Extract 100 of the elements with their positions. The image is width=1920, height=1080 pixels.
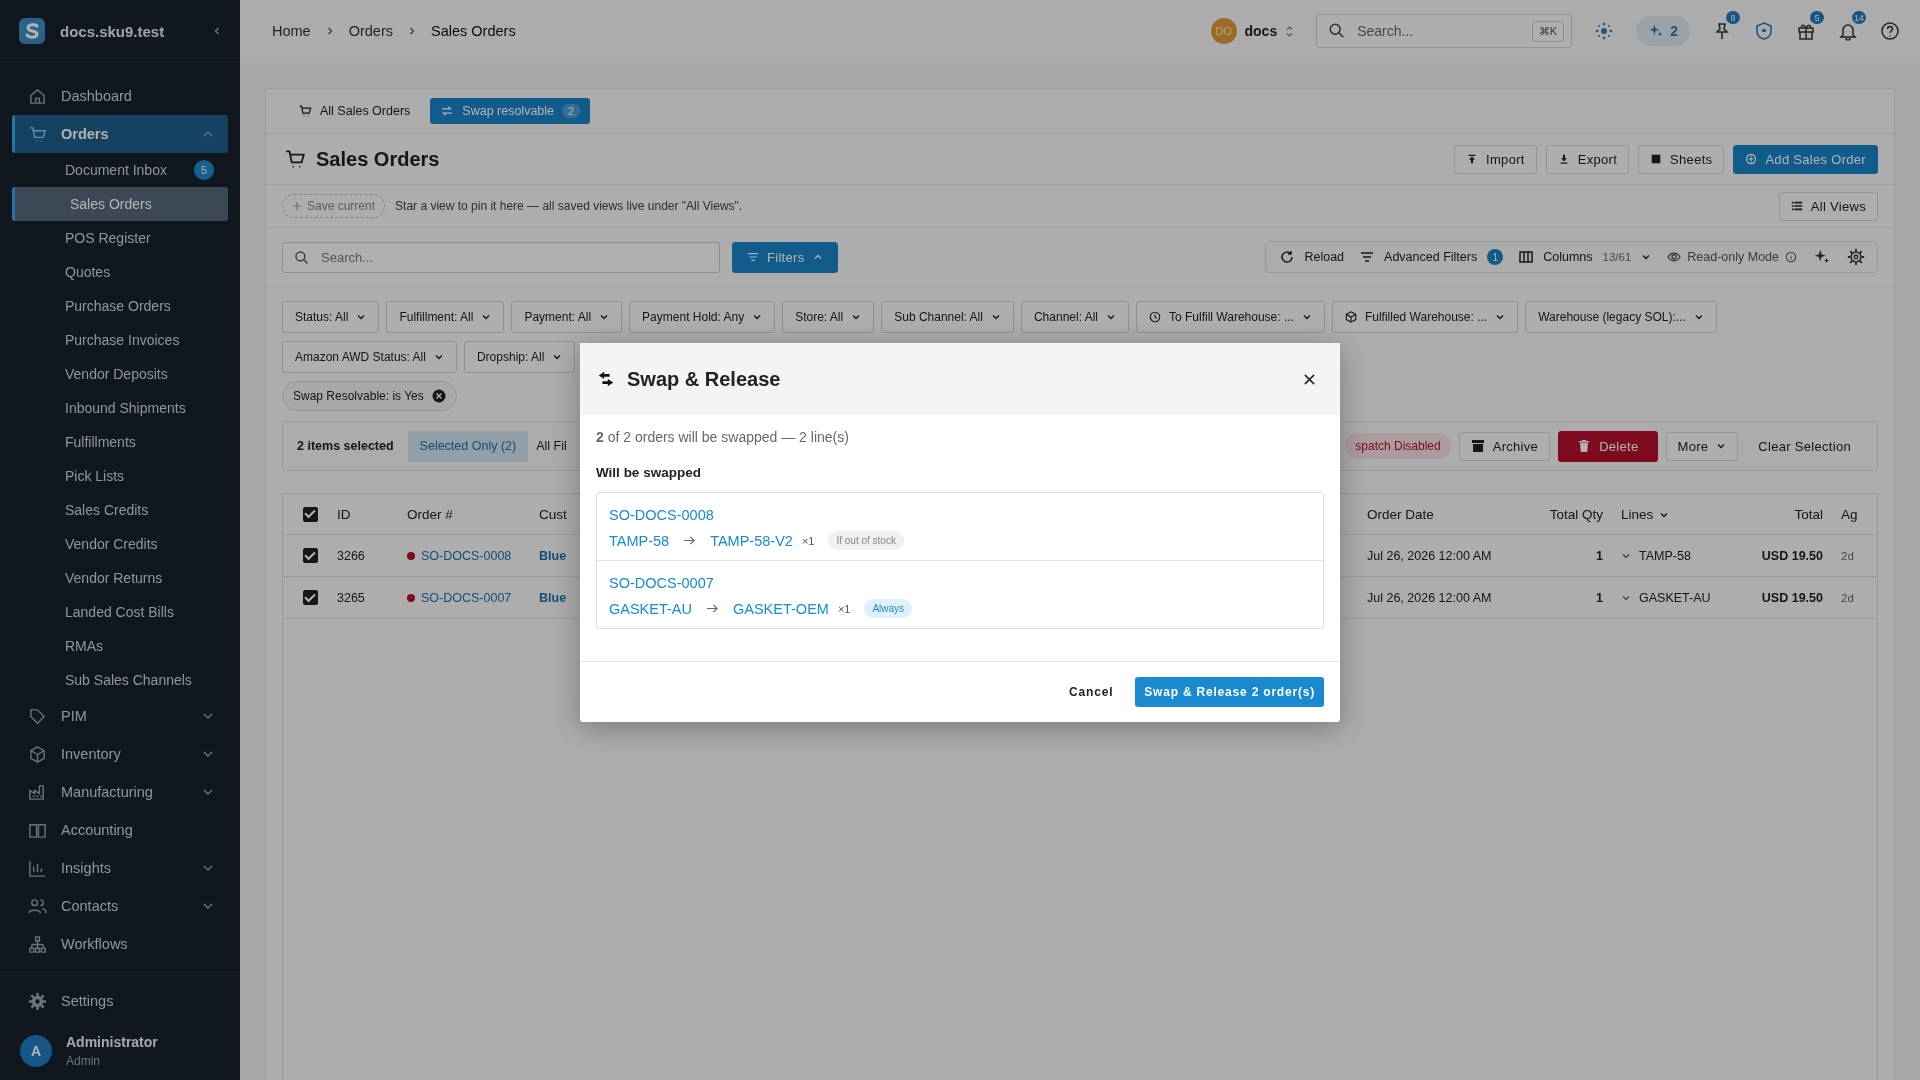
bulk-action-button[interactable]: Archive xyxy=(1458,431,1551,461)
nav-subitem[interactable]: Vendor Returns xyxy=(12,561,228,595)
bulk-action-button[interactable]: Delete xyxy=(1558,430,1658,462)
filter-dropdown[interactable]: Dropship: All xyxy=(463,341,576,373)
settings-icon xyxy=(28,991,47,1011)
nav-item[interactable]: Orders xyxy=(12,115,228,153)
nav-item[interactable]: Manufacturing xyxy=(12,773,228,811)
order-link[interactable]: SO-DOCS-0007 xyxy=(609,575,1311,591)
cart-icon xyxy=(28,124,47,144)
filter-dropdown[interactable]: Fulfilled Warehouse: ... xyxy=(1331,301,1519,333)
column-header[interactable]: Order # xyxy=(407,506,539,522)
nav-item[interactable]: Workflows xyxy=(12,925,228,963)
action-button[interactable]: Export xyxy=(1545,144,1630,174)
nav-subitem[interactable]: Landed Cost Bills xyxy=(12,595,228,629)
view-tab[interactable]: All Sales Orders xyxy=(288,98,421,124)
column-header[interactable]: ID xyxy=(337,506,407,522)
read-only-mode-toggle[interactable]: Read-only Mode xyxy=(1667,250,1797,264)
workspace-switcher[interactable]: DO docs xyxy=(1210,18,1295,44)
nav-subitem[interactable]: Fulfillments xyxy=(12,425,228,459)
customer-link[interactable]: Blue xyxy=(539,548,575,563)
breadcrumb-link[interactable]: Orders xyxy=(348,23,393,39)
filter-dropdown[interactable]: Amazon AWD Status: All xyxy=(282,341,457,373)
view-tab[interactable]: Swap resolvable 2 xyxy=(430,98,591,124)
action-button[interactable]: Import xyxy=(1454,144,1537,174)
bulk-action-button[interactable]: spatch Disabled xyxy=(1345,433,1451,459)
nav-subitem[interactable]: Purchase Invoices xyxy=(12,323,228,357)
cancel-button[interactable]: Cancel xyxy=(1063,684,1120,700)
search-icon xyxy=(294,249,310,266)
columns-button[interactable]: Columns 13/61 xyxy=(1519,250,1652,264)
filter-dropdown[interactable]: Payment Hold: Any xyxy=(629,301,776,333)
remove-filter-icon[interactable] xyxy=(431,389,446,403)
nav-subitem[interactable]: Quotes xyxy=(12,255,228,289)
nav-item[interactable]: Dashboard xyxy=(12,77,228,115)
filter-dropdown[interactable]: To Fulfill Warehouse: ... xyxy=(1136,301,1325,333)
nav-subitem[interactable]: Inbound Shipments xyxy=(12,391,228,425)
order-link[interactable]: SO-DOCS-0008 xyxy=(609,507,1311,523)
nav-subitem[interactable]: RMAs xyxy=(12,629,228,663)
column-header[interactable]: Total Qty xyxy=(1521,506,1621,522)
nav-subitem[interactable]: Vendor Credits xyxy=(12,527,228,561)
nav-item[interactable]: Inventory xyxy=(12,735,228,773)
nav-item[interactable]: PIM xyxy=(12,697,228,735)
column-header[interactable]: Total xyxy=(1751,506,1841,522)
confirm-button[interactable]: Swap & Release 2 order(s) xyxy=(1135,677,1324,707)
user-avatar[interactable]: A xyxy=(20,1035,52,1067)
selection-scope-toggle[interactable]: Selected Only (2) xyxy=(407,430,529,462)
nav-item[interactable]: Accounting xyxy=(12,811,228,849)
action-button[interactable]: Sheets xyxy=(1638,144,1725,174)
customer-link[interactable]: Blue xyxy=(539,590,575,605)
settings-icon[interactable] xyxy=(1847,248,1865,266)
bulk-action-button[interactable]: More xyxy=(1665,431,1739,461)
breadcrumb-link[interactable]: Home xyxy=(272,23,311,39)
pin-icon[interactable] xyxy=(1712,21,1732,41)
all-views-button[interactable]: All Views xyxy=(1778,191,1878,221)
nav-subitem[interactable]: Sub Sales Channels xyxy=(12,663,228,697)
filter-dropdown[interactable]: Channel: All xyxy=(1020,301,1129,333)
shield-icon[interactable] xyxy=(1754,21,1774,41)
row-checkbox[interactable] xyxy=(302,548,318,563)
sku-link[interactable]: TAMP-58 xyxy=(609,532,670,549)
sku-link[interactable]: GASKET-OEM xyxy=(733,600,829,617)
select-all-checkbox[interactable] xyxy=(302,506,318,522)
column-header[interactable]: Lines xyxy=(1621,506,1751,522)
filter-dropdown[interactable]: Sub Channel: All xyxy=(881,301,1014,333)
tag-icon xyxy=(28,706,47,726)
nav-subitem[interactable]: Sales Orders xyxy=(12,187,228,221)
swap-summary: 2 of 2 orders will be swapped — 2 line(s) xyxy=(596,429,850,445)
notification-bell-icon[interactable] xyxy=(1838,21,1858,41)
filter-dropdown[interactable]: Payment: All xyxy=(511,301,623,333)
filter-dropdown[interactable]: Warehouse (legacy SOL):... xyxy=(1525,301,1717,333)
bulk-action-button[interactable]: Clear Selection xyxy=(1746,431,1863,461)
nav-subitem[interactable]: POS Register xyxy=(12,221,228,255)
filters-button[interactable]: Filters xyxy=(732,241,838,273)
reload-button[interactable]: Reload xyxy=(1280,250,1345,264)
action-button[interactable]: Add Sales Order xyxy=(1733,144,1878,174)
nav-item[interactable]: Insights xyxy=(12,849,228,887)
column-header[interactable]: Cust xyxy=(539,506,575,522)
order-link[interactable]: SO-DOCS-0008 xyxy=(421,548,512,563)
close-icon[interactable] xyxy=(1303,372,1316,386)
row-checkbox[interactable] xyxy=(302,590,318,605)
sku-link[interactable]: TAMP-58-V2 xyxy=(710,532,793,549)
filter-dropdown[interactable]: Status: All xyxy=(282,301,380,333)
order-link[interactable]: SO-DOCS-0007 xyxy=(421,590,512,605)
settings-nav-item[interactable]: Settings xyxy=(12,982,228,1020)
sparkle-network-icon[interactable] xyxy=(1594,21,1615,41)
advanced-filters-button[interactable]: Advanced Filters 1 xyxy=(1360,249,1504,265)
help-icon[interactable] xyxy=(1880,21,1900,41)
nav-item[interactable]: Contacts xyxy=(12,887,228,925)
nav-subitem[interactable]: Document Inbox 5 xyxy=(12,153,228,187)
column-header[interactable]: Order Date xyxy=(1367,506,1521,522)
filter-dropdown[interactable]: Store: All xyxy=(782,301,875,333)
nav-subitem[interactable]: Sales Credits xyxy=(12,493,228,527)
filter-dropdown[interactable]: Fulfillment: All xyxy=(386,301,505,333)
selection-scope-toggle[interactable]: All Fil xyxy=(528,430,575,462)
nav-subitem[interactable]: Pick Lists xyxy=(12,459,228,493)
collapse-icon[interactable] xyxy=(212,26,222,36)
column-header[interactable]: Ag xyxy=(1841,506,1877,522)
search-field[interactable]: Search... xyxy=(282,241,720,273)
sku-link[interactable]: GASKET-AU xyxy=(609,600,692,617)
nav-subitem[interactable]: Purchase Orders xyxy=(12,289,228,323)
nav-subitem[interactable]: Vendor Deposits xyxy=(12,357,228,391)
sparkle-icon[interactable] xyxy=(1813,248,1831,266)
